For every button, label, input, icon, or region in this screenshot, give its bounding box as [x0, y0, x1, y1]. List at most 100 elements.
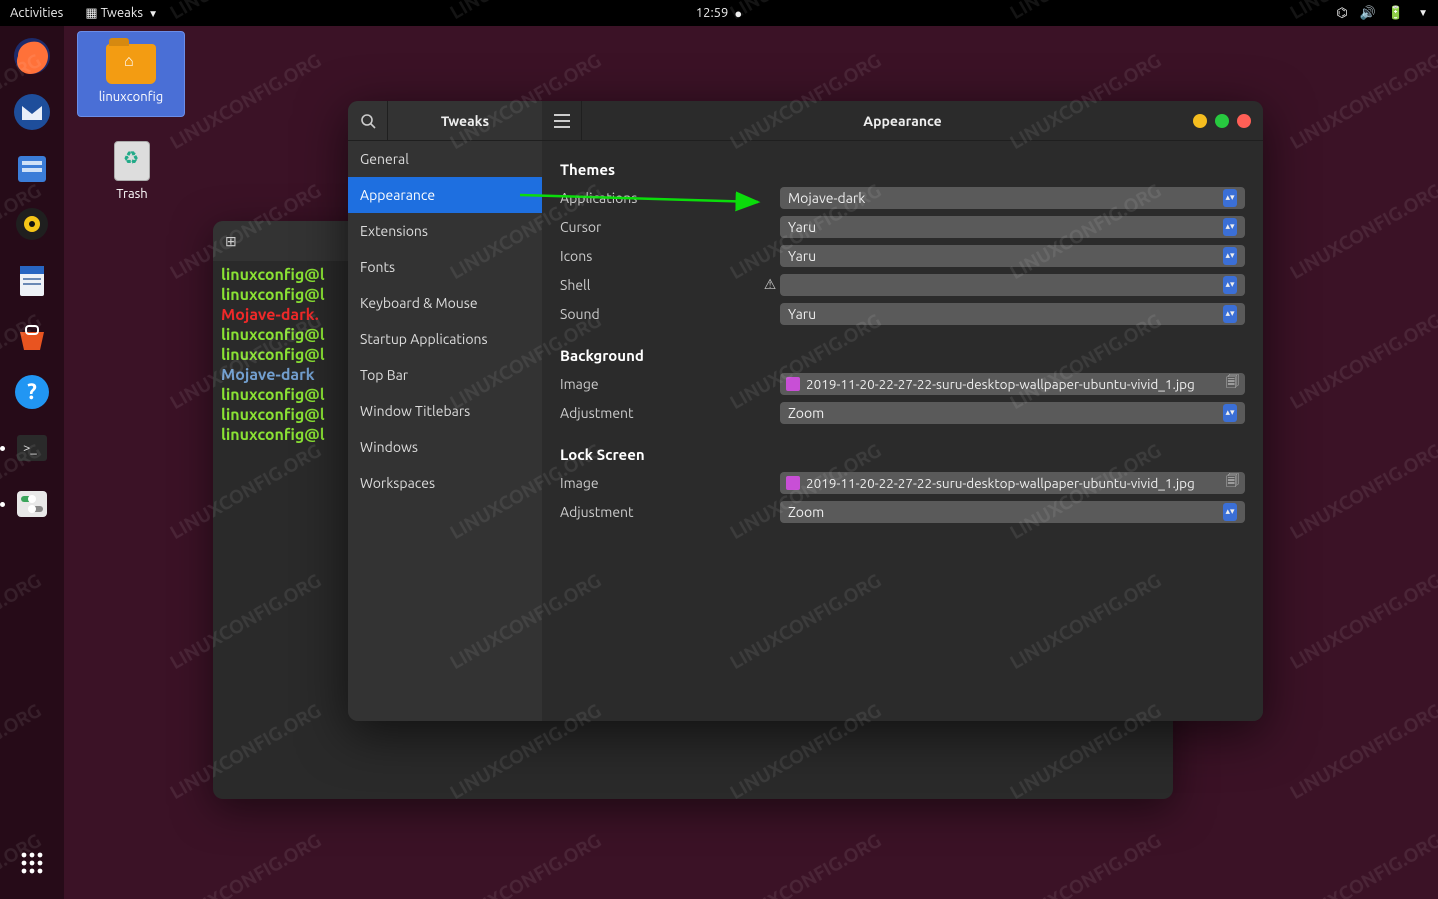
label-icons: Icons [560, 248, 760, 264]
close-button[interactable] [1237, 114, 1251, 128]
tweaks-header: Appearance [542, 101, 1263, 141]
chevron-down-icon: ▼ [1418, 7, 1428, 19]
combo-shell[interactable]: ▴▾ [780, 274, 1245, 296]
sidebar-item-appearance[interactable]: Appearance [348, 177, 542, 213]
label-applications: Applications [560, 190, 760, 206]
file-open-icon: 🗐 [1226, 472, 1239, 494]
network-icon: ⌬ [1336, 6, 1347, 21]
clock[interactable]: 12:59 ● [696, 6, 742, 21]
dock-firefox[interactable] [8, 32, 56, 80]
label-ls-adjustment: Adjustment [560, 504, 760, 520]
combo-bg-adjustment-value: Zoom [788, 405, 824, 421]
chevron-updown-icon: ▴▾ [1223, 503, 1237, 521]
label-shell: Shell [560, 277, 760, 293]
combo-bg-adjustment[interactable]: Zoom ▴▾ [780, 402, 1245, 424]
file-bg-image[interactable]: 2019-11-20-22-27-22-suru-desktop-wallpap… [780, 373, 1245, 395]
chevron-updown-icon: ▴▾ [1223, 305, 1237, 323]
volume-icon: 🔊 [1360, 6, 1376, 21]
file-bg-image-value: 2019-11-20-22-27-22-suru-desktop-wallpap… [806, 376, 1195, 392]
tweaks-icon: ▦ [85, 6, 97, 20]
trash-icon [114, 141, 150, 181]
sidebar-item-fonts[interactable]: Fonts [348, 249, 542, 285]
dock-files[interactable] [8, 144, 56, 192]
tweaks-main: Appearance Themes Applications Mojave-da… [542, 101, 1263, 721]
dock-rhythmbox[interactable] [8, 200, 56, 248]
sidebar-item-top-bar[interactable]: Top Bar [348, 357, 542, 393]
chevron-updown-icon: ▴▾ [1223, 247, 1237, 265]
chevron-updown-icon: ▴▾ [1223, 189, 1237, 207]
dock-help[interactable]: ? [8, 368, 56, 416]
sidebar-item-extensions[interactable]: Extensions [348, 213, 542, 249]
combo-ls-adjustment-value: Zoom [788, 504, 824, 520]
label-bg-image: Image [560, 376, 760, 392]
tweaks-content: Themes Applications Mojave-dark ▴▾ Cursor… [542, 141, 1263, 543]
combo-icons-value: Yaru [788, 248, 816, 264]
sidebar-item-workspaces[interactable]: Workspaces [348, 465, 542, 501]
dock-writer[interactable] [8, 256, 56, 304]
new-tab-icon[interactable]: ⊞ [225, 233, 237, 250]
chevron-down-icon: ▼ [148, 8, 158, 19]
section-themes: Themes [560, 161, 1245, 178]
sidebar-list: GeneralAppearanceExtensionsFontsKeyboard… [348, 141, 542, 501]
clock-time: 12:59 [696, 6, 729, 20]
system-status-area[interactable]: ⌬ 🔊 🔋 ▼ [1336, 6, 1428, 21]
row-icons: Icons Yaru ▴▾ [560, 242, 1245, 269]
sidebar-item-window-titlebars[interactable]: Window Titlebars [348, 393, 542, 429]
combo-cursor[interactable]: Yaru▴▾ [780, 216, 1245, 238]
row-ls-adjustment: Adjustment Zoom ▴▾ [560, 498, 1245, 525]
desktop-trash[interactable]: Trash [108, 141, 156, 201]
appmenu[interactable]: ▦ Tweaks ▼ [85, 6, 158, 21]
row-applications: Applications Mojave-dark ▴▾ [560, 184, 1245, 211]
dock-tweaks[interactable] [8, 480, 56, 528]
label-bg-adjustment: Adjustment [560, 405, 760, 421]
warning-icon: ⚠ [760, 276, 780, 293]
combo-cursor-value: Yaru [788, 219, 816, 235]
maximize-button[interactable] [1215, 114, 1229, 128]
combo-ls-adjustment[interactable]: Zoom ▴▾ [780, 501, 1245, 523]
file-ls-image-value: 2019-11-20-22-27-22-suru-desktop-wallpap… [806, 475, 1195, 491]
sidebar-item-general[interactable]: General [348, 141, 542, 177]
search-button[interactable] [348, 101, 388, 141]
label-ls-image: Image [560, 475, 760, 491]
dock: ? >_ [0, 26, 64, 899]
file-open-icon: 🗐 [1226, 373, 1239, 395]
combo-applications[interactable]: Mojave-dark ▴▾ [780, 187, 1245, 209]
svg-text:?: ? [27, 379, 37, 404]
dock-thunderbird[interactable] [8, 88, 56, 136]
window-controls [1193, 114, 1263, 128]
top-bar: Activities ▦ Tweaks ▼ 12:59 ● ⌬ 🔊 🔋 ▼ [0, 0, 1438, 26]
row-bg-adjustment: Adjustment Zoom ▴▾ [560, 399, 1245, 426]
battery-icon: 🔋 [1388, 6, 1404, 21]
row-ls-image: Image 2019-11-20-22-27-22-suru-desktop-w… [560, 469, 1245, 496]
dock-software[interactable] [8, 312, 56, 360]
row-shell: Shell ⚠ ▴▾ [560, 271, 1245, 298]
label-cursor: Cursor [560, 219, 760, 235]
hamburger-icon [554, 114, 570, 128]
dock-show-apps[interactable] [8, 839, 56, 887]
sidebar-item-startup-applications[interactable]: Startup Applications [348, 321, 542, 357]
chevron-updown-icon: ▴▾ [1223, 404, 1237, 422]
notification-dot-icon: ● [734, 6, 742, 21]
minimize-button[interactable] [1193, 114, 1207, 128]
activities-button[interactable]: Activities [10, 6, 63, 20]
tweaks-window: Tweaks GeneralAppearanceExtensionsFontsK… [348, 101, 1263, 721]
sidebar-item-windows[interactable]: Windows [348, 429, 542, 465]
combo-sound[interactable]: Yaru ▴▾ [780, 303, 1245, 325]
appmenu-label: Tweaks [101, 6, 143, 20]
desktop-folder-linuxconfig[interactable]: linuxconfig [77, 31, 185, 117]
combo-sound-value: Yaru [788, 306, 816, 322]
file-ls-image[interactable]: 2019-11-20-22-27-22-suru-desktop-wallpap… [780, 472, 1245, 494]
desktop-trash-label: Trash [116, 187, 147, 201]
sidebar-title: Tweaks [388, 113, 542, 129]
dock-terminal[interactable]: >_ [8, 424, 56, 472]
label-sound: Sound [560, 306, 760, 322]
combo-applications-value: Mojave-dark [788, 190, 865, 206]
sidebar-item-keyboard-mouse[interactable]: Keyboard & Mouse [348, 285, 542, 321]
svg-text:>_: >_ [23, 441, 37, 455]
folder-icon [106, 44, 156, 84]
row-sound: Sound Yaru ▴▾ [560, 300, 1245, 327]
section-lockscreen: Lock Screen [560, 446, 1245, 463]
hamburger-button[interactable] [542, 101, 582, 141]
combo-icons[interactable]: Yaru ▴▾ [780, 245, 1245, 267]
search-icon [360, 113, 376, 129]
